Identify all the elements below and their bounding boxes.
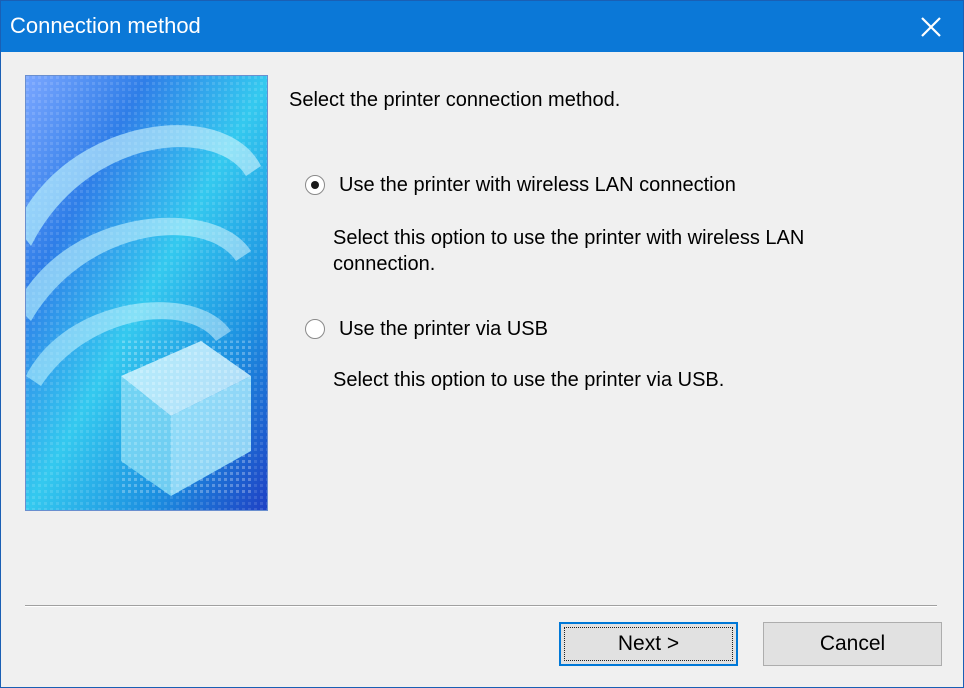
title-bar: Connection method	[1, 1, 963, 52]
usb-description: Select this option to use the printer vi…	[333, 369, 725, 391]
prompt-text: Select the printer connection method.	[289, 89, 621, 111]
wireless-lan-description-line2: connection.	[333, 253, 436, 275]
wireless-lan-label[interactable]: Use the printer with wireless LAN connec…	[339, 173, 736, 197]
next-button[interactable]: Next >	[559, 622, 738, 666]
next-button-label: Next >	[617, 632, 680, 655]
footer-divider	[25, 605, 937, 607]
usb-radio[interactable]	[305, 319, 325, 339]
option-wireless-lan[interactable]: Use the printer with wireless LAN connec…	[305, 173, 736, 197]
wireless-lan-description-line1: Select this option to use the printer wi…	[333, 227, 805, 249]
cancel-button-label: Cancel	[819, 632, 886, 655]
wireless-lan-radio[interactable]	[305, 175, 325, 195]
window-title: Connection method	[10, 13, 201, 38]
wireless-lan-description: Select this option to use the printer wi…	[333, 225, 853, 277]
close-button[interactable]	[907, 7, 955, 47]
close-icon	[921, 17, 941, 37]
connection-method-dialog: Connection method Select the printer con…	[0, 0, 964, 688]
wireless-illustration	[25, 75, 268, 511]
option-usb[interactable]: Use the printer via USB	[305, 317, 548, 341]
usb-label[interactable]: Use the printer via USB	[339, 317, 548, 341]
cancel-button[interactable]: Cancel	[763, 622, 942, 666]
